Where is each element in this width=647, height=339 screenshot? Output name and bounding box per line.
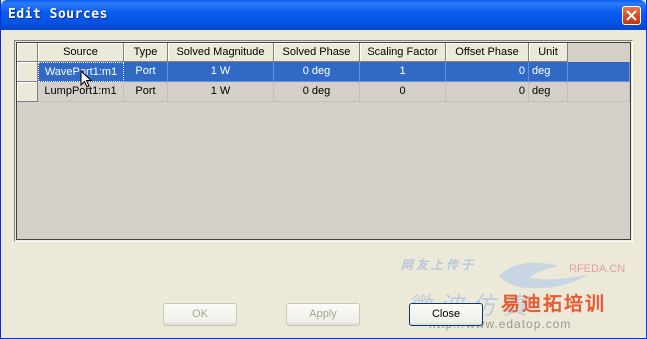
close-button[interactable]: Close (409, 303, 483, 326)
watermark-line1: 网友上传于 (401, 258, 477, 272)
column-header-solved-magnitude[interactable]: Solved Magnitude (168, 43, 274, 62)
type-cell[interactable]: Port (124, 62, 168, 82)
solved-magnitude-cell[interactable]: 1 W (168, 82, 274, 102)
column-header-type[interactable]: Type (124, 43, 168, 62)
scaling-factor-cell[interactable]: 1 (360, 62, 446, 82)
column-header-scaling-factor[interactable]: Scaling Factor (360, 43, 446, 62)
offset-phase-cell[interactable]: 0 (446, 82, 529, 102)
column-header-solved-phase[interactable]: Solved Phase (274, 43, 360, 62)
apply-button[interactable]: Apply (286, 303, 360, 326)
close-window-button[interactable] (622, 6, 641, 25)
window-title: Edit Sources (8, 7, 108, 22)
ok-button[interactable]: OK (163, 303, 237, 326)
row-filler (568, 82, 630, 102)
solved-magnitude-cell[interactable]: 1 W (168, 62, 274, 82)
watermark-brand: 易迪拓培训 (501, 294, 607, 315)
edit-sources-dialog: Edit Sources Source Type Solved Magnitud… (0, 0, 647, 339)
row-header[interactable] (17, 82, 38, 102)
watermark-logo: RFEDA.CN (569, 263, 626, 275)
title-bar[interactable]: Edit Sources (1, 0, 646, 30)
close-icon (626, 10, 637, 21)
column-header-source[interactable]: Source (38, 43, 124, 62)
unit-cell[interactable]: deg (529, 62, 568, 82)
offset-phase-cell[interactable]: 0 (446, 62, 529, 82)
solved-phase-cell[interactable]: 0 deg (274, 82, 360, 102)
scaling-factor-cell[interactable]: 0 (360, 82, 446, 102)
row-header[interactable] (17, 62, 38, 82)
column-header-offset-phase[interactable]: Offset Phase (446, 43, 529, 62)
unit-cell[interactable]: deg (529, 82, 568, 102)
mouse-cursor-icon (80, 70, 92, 88)
row-filler (568, 62, 630, 82)
grid-corner[interactable] (17, 43, 38, 62)
sources-grid[interactable]: Source Type Solved Magnitude Solved Phas… (16, 42, 631, 240)
column-header-unit[interactable]: Unit (529, 43, 568, 62)
type-cell[interactable]: Port (124, 82, 168, 102)
solved-phase-cell[interactable]: 0 deg (274, 62, 360, 82)
